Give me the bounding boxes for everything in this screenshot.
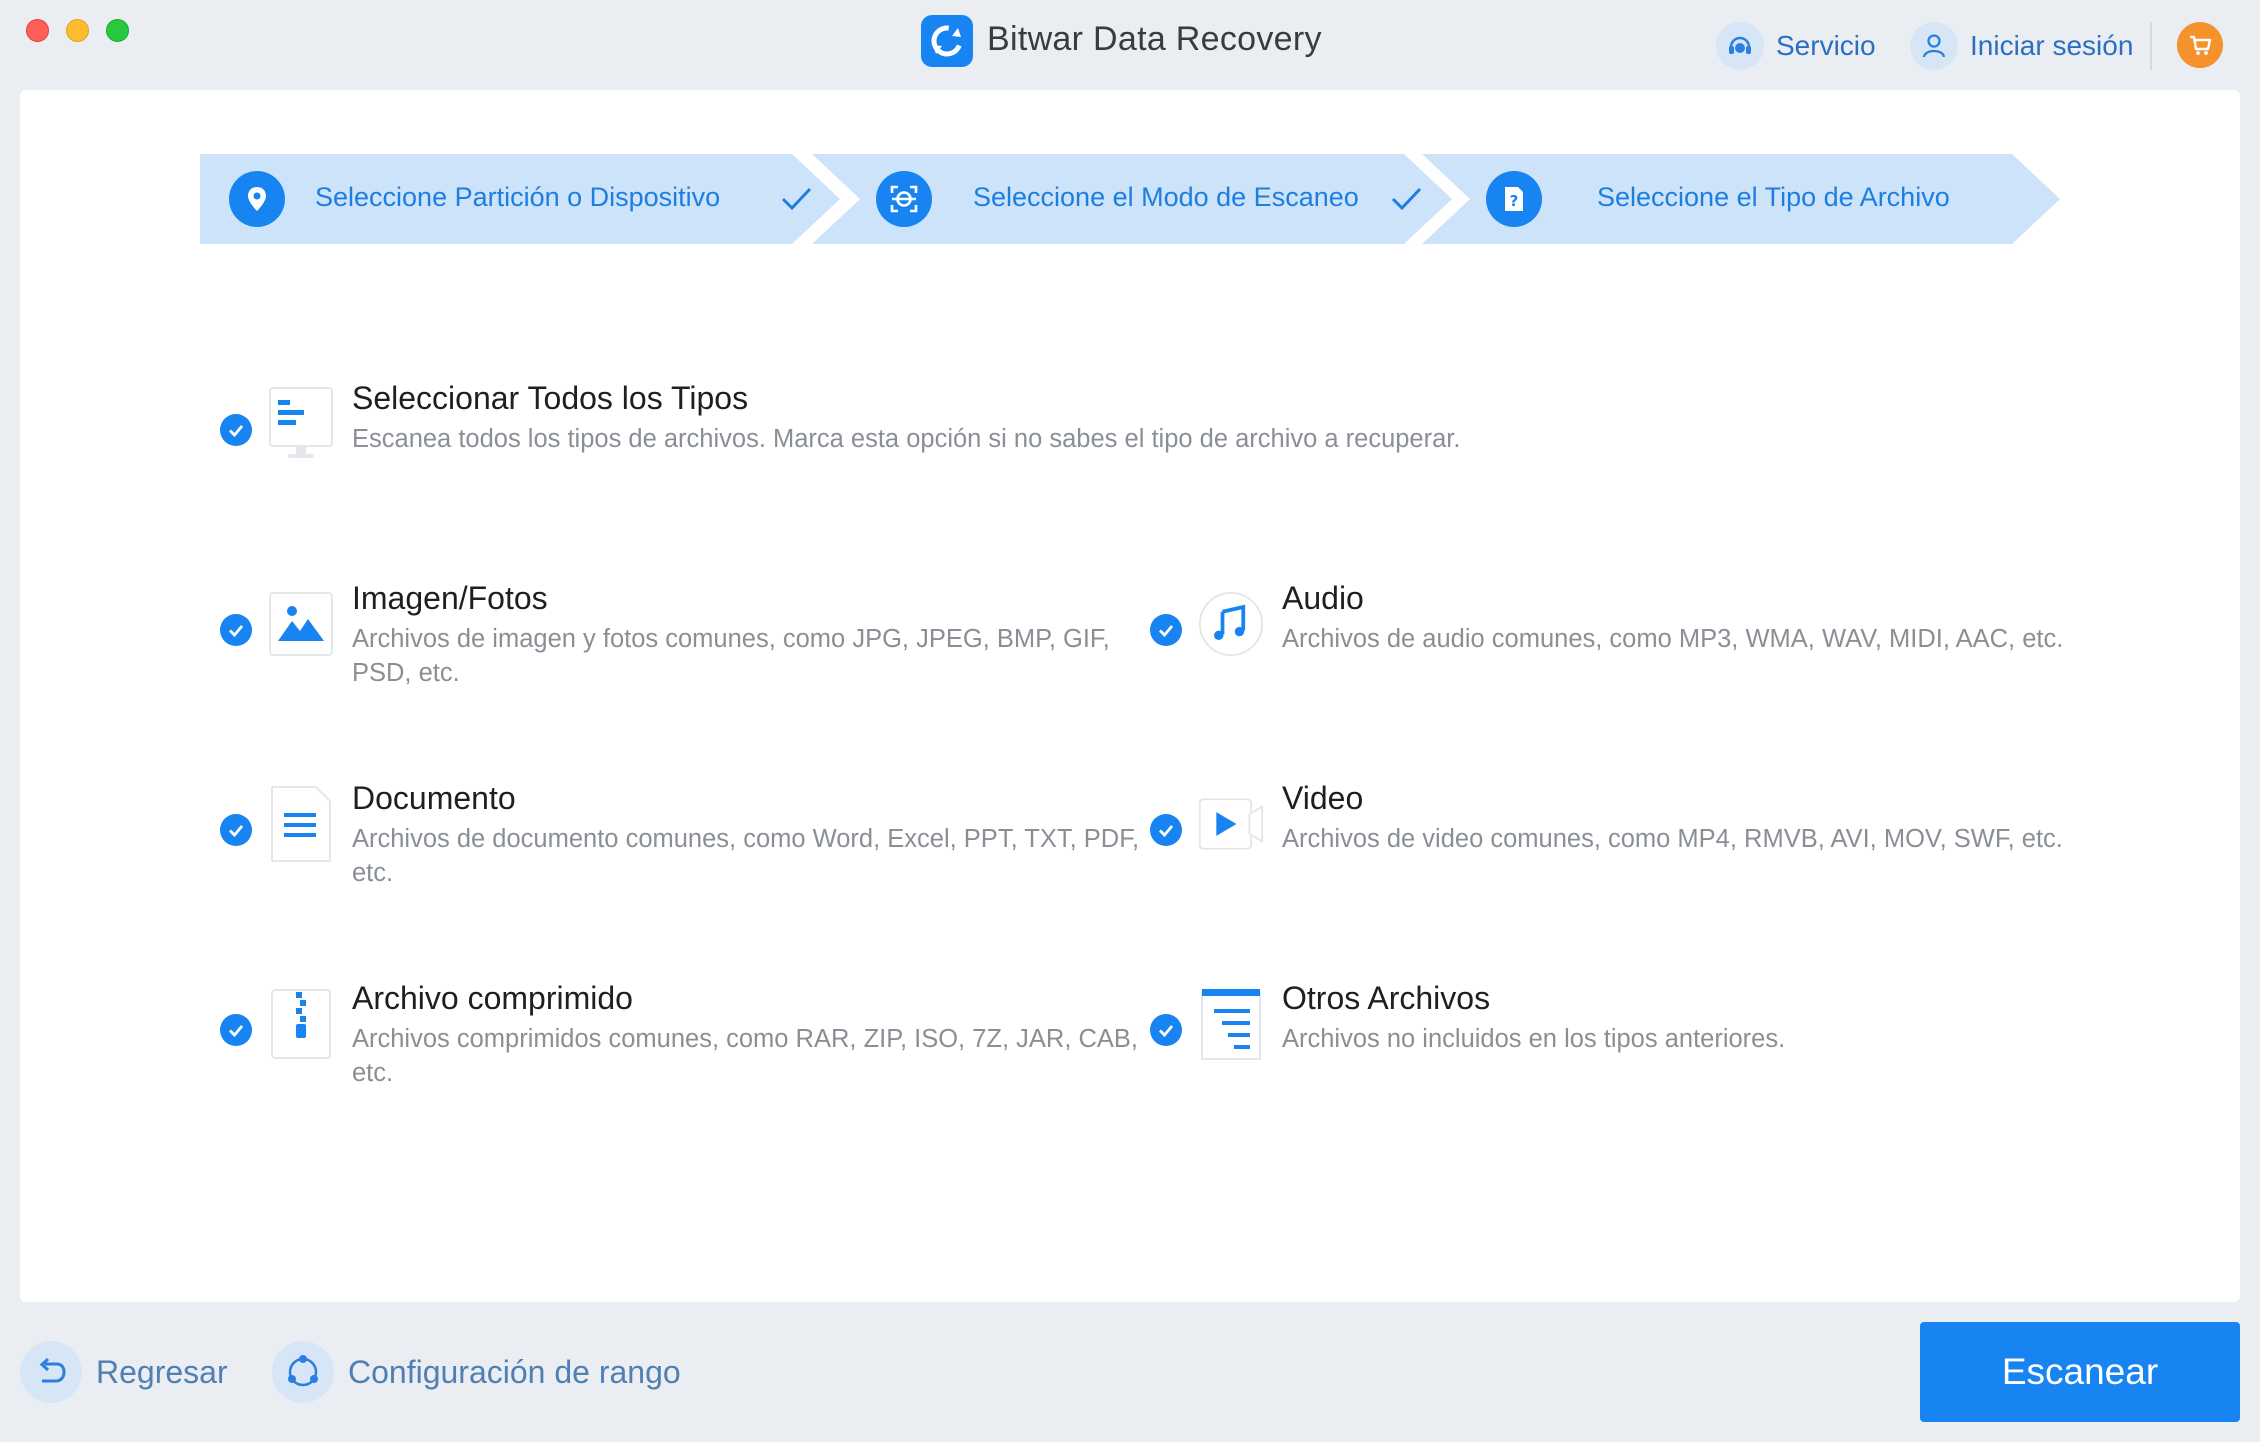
scan-button[interactable]: Escanear [1920, 1322, 2240, 1422]
checkbox-checked-icon[interactable] [1150, 814, 1182, 846]
login-label: Iniciar sesión [1970, 30, 2134, 61]
document-icon [268, 786, 334, 862]
checkbox-checked-icon[interactable] [220, 814, 252, 846]
file-type-document[interactable]: Documento Archivos de documento comunes,… [220, 780, 1139, 906]
file-type-title: Imagen/Fotos [352, 580, 548, 616]
window-maximize-button[interactable] [106, 19, 129, 42]
checkbox-checked-icon[interactable] [1150, 614, 1182, 646]
file-type-description: Archivos de documento comunes, como Word… [352, 825, 1140, 887]
file-type-description: Archivos de video comunes, como MP4, RMV… [1282, 825, 2063, 853]
step-progress: Seleccione Partición o Dispositivo Selec… [200, 154, 2060, 244]
video-play-icon [1198, 786, 1264, 862]
cart-button[interactable] [2177, 22, 2223, 68]
all-types-icon [268, 386, 334, 462]
range-settings-label: Configuración de rango [348, 1353, 681, 1390]
app-logo-icon [921, 15, 973, 67]
file-type-description: Escanea todos los tipos de archivos. Mar… [352, 425, 1461, 453]
checkbox-checked-icon[interactable] [220, 414, 252, 446]
app-title: Bitwar Data Recovery [987, 20, 1322, 58]
file-type-description: Archivos de audio comunes, como MP3, WMA… [1282, 625, 2064, 653]
file-type-title: Audio [1282, 580, 1364, 616]
svg-text:?: ? [1510, 192, 1519, 210]
step-label: Seleccione el Modo de Escaneo [973, 182, 1359, 212]
step-label: Seleccione Partición o Dispositivo [315, 182, 721, 212]
cart-icon [2190, 35, 2212, 55]
service-label: Servicio [1776, 30, 1876, 61]
file-type-title: Otros Archivos [1282, 980, 1491, 1016]
file-type-description: Archivos comprimidos comunes, como RAR, … [352, 1025, 1139, 1087]
headset-icon [1716, 22, 1764, 70]
checkbox-checked-icon[interactable] [220, 614, 252, 646]
window-close-button[interactable] [26, 19, 49, 42]
file-type-description: Archivos de imagen y fotos comunes, como… [352, 625, 1110, 687]
location-pin-icon [229, 171, 285, 227]
step-check-icon [781, 187, 812, 211]
range-settings-icon [272, 1341, 334, 1403]
scan-frame-icon [876, 171, 932, 227]
step-file-type: ? Seleccione el Tipo de Archivo [1422, 154, 2060, 244]
file-type-title: Video [1282, 780, 1364, 816]
user-icon [1910, 22, 1958, 70]
file-type-title: Seleccionar Todos los Tipos [352, 380, 749, 416]
step-scan-mode: Seleccione el Modo de Escaneo [812, 154, 1452, 244]
back-label: Regresar [96, 1353, 228, 1390]
login-button[interactable]: Iniciar sesión [1910, 18, 2133, 74]
question-file-icon: ? [1486, 171, 1542, 227]
file-type-image[interactable]: Imagen/Fotos Archivos de imagen y fotos … [220, 580, 1120, 706]
file-type-video[interactable]: Video Archivos de video comunes, como MP… [1150, 780, 2070, 906]
checkbox-checked-icon[interactable] [1150, 1014, 1182, 1046]
checkbox-checked-icon[interactable] [220, 1014, 252, 1046]
service-button[interactable]: Servicio [1716, 18, 1876, 74]
header-divider [2150, 22, 2152, 70]
file-type-description: Archivos no incluidos en los tipos anter… [1282, 1025, 1786, 1053]
step-label: Seleccione el Tipo de Archivo [1597, 182, 1950, 212]
file-type-audio[interactable]: Audio Archivos de audio comunes, como MP… [1150, 580, 2070, 706]
file-type-other[interactable]: Otros Archivos Archivos no incluidos en … [1150, 980, 2070, 1106]
file-type-title: Archivo comprimido [352, 980, 633, 1016]
file-type-title: Documento [352, 780, 516, 816]
undo-arrow-icon [20, 1341, 82, 1403]
image-icon [268, 586, 334, 662]
music-note-icon [1198, 586, 1264, 662]
range-settings-button[interactable]: Configuración de rango [272, 1340, 681, 1404]
window-minimize-button[interactable] [66, 19, 89, 42]
file-type-all[interactable]: Seleccionar Todos los Tipos Escanea todo… [220, 380, 1620, 506]
file-type-archive[interactable]: Archivo comprimido Archivos comprimidos … [220, 980, 1138, 1106]
other-files-icon [1198, 986, 1264, 1062]
zip-icon [268, 986, 334, 1062]
step-check-icon [1391, 187, 1422, 211]
title-bar: Bitwar Data Recovery Servicio Iniciar se… [0, 0, 2260, 88]
back-button[interactable]: Regresar [20, 1340, 228, 1404]
step-select-device: Seleccione Partición o Dispositivo [200, 154, 840, 244]
